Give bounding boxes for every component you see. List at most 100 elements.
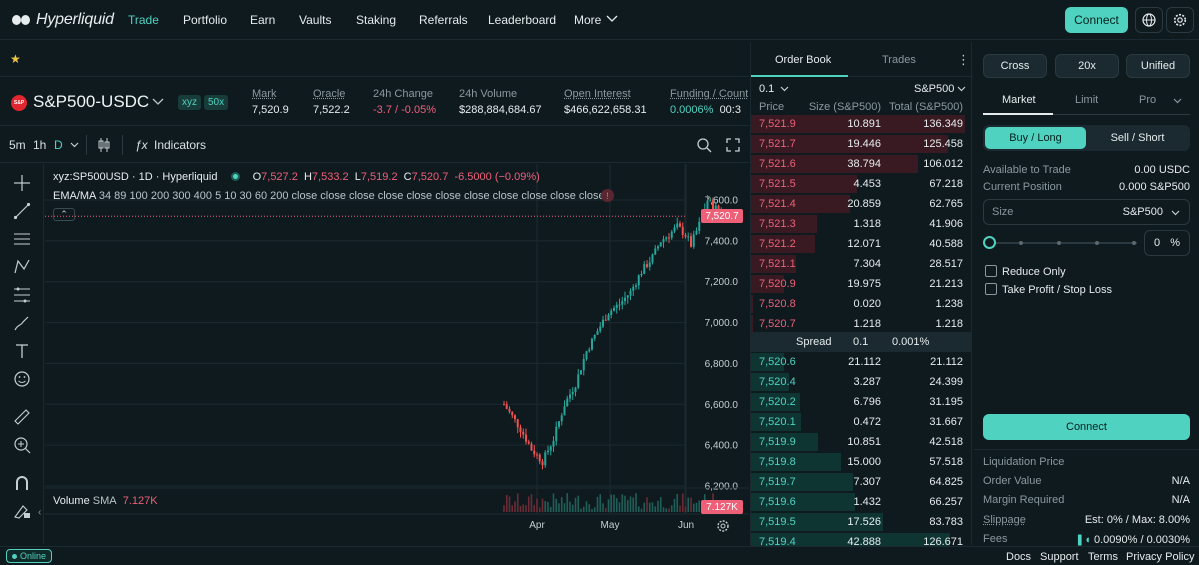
bid-row[interactable]: 7,520.2 6.796 31.195 xyxy=(751,392,971,412)
volume-bar xyxy=(684,506,687,512)
bid-row[interactable]: 7,519.7 7.307 64.825 xyxy=(751,472,971,492)
crosshair-icon[interactable] xyxy=(12,173,32,193)
size-input[interactable]: Size S&P500 xyxy=(983,199,1190,225)
tab-trades[interactable]: Trades xyxy=(882,54,916,66)
ask-row[interactable]: 7,521.3 1.318 41.906 xyxy=(751,214,971,234)
ask-row[interactable]: 7,521.7 19.446 125.458 xyxy=(751,134,971,154)
logo[interactable]: Hyperliquid xyxy=(12,11,122,29)
candle-body xyxy=(613,308,615,311)
tick-size-select[interactable]: 0.1 xyxy=(759,83,774,95)
interval-5m[interactable]: 5m xyxy=(9,138,26,152)
nav-item-more[interactable]: More xyxy=(574,13,601,27)
nav-item-portfolio[interactable]: Portfolio xyxy=(183,13,227,27)
footer-link-privacy[interactable]: Privacy Policy xyxy=(1126,551,1194,563)
interval-1h[interactable]: 1h xyxy=(33,138,46,152)
magnet-icon[interactable] xyxy=(12,473,32,493)
reduce-only-label[interactable]: Reduce Only xyxy=(1002,266,1066,278)
emoji-icon[interactable] xyxy=(12,369,32,389)
size-slider-handle[interactable] xyxy=(983,236,996,249)
horizontal-lines-icon[interactable] xyxy=(12,229,32,249)
candle-body xyxy=(679,223,681,227)
globe-button[interactable] xyxy=(1135,7,1163,33)
candlestick-chart[interactable]: 7,600.0 7,400.0 7,200.0 7,000.0 6,800.0 6,600… xyxy=(45,164,749,544)
zoom-in-icon[interactable] xyxy=(12,435,32,455)
market-selector[interactable]: S&P500-USDC xyxy=(33,92,149,112)
chevron-left-icon[interactable]: ‹ xyxy=(38,507,41,518)
size-slider-track[interactable] xyxy=(989,242,1137,244)
tpsl-label[interactable]: Take Profit / Stop Loss xyxy=(1002,284,1112,296)
connect-button-top[interactable]: Connect xyxy=(1065,7,1128,33)
chevron-down-icon[interactable] xyxy=(152,98,164,106)
bid-row[interactable]: 7,519.8 15.000 57.518 xyxy=(751,452,971,472)
indicators-button[interactable]: Indicators xyxy=(154,138,206,152)
ask-row[interactable]: 7,521.5 4.453 67.218 xyxy=(751,174,971,194)
buy-long-button[interactable]: Buy / Long xyxy=(985,127,1086,149)
candles-icon[interactable] xyxy=(97,137,111,153)
footer-link-docs[interactable]: Docs xyxy=(1006,551,1031,563)
nav-item-vaults[interactable]: Vaults xyxy=(299,13,331,27)
warning-icon[interactable]: ! xyxy=(601,189,614,202)
bid-row[interactable]: 7,520.4 3.287 24.399 xyxy=(751,372,971,392)
chart-settings-icon[interactable] xyxy=(716,519,730,533)
candle-body xyxy=(692,234,695,247)
volume-bar xyxy=(508,496,511,512)
ruler-icon[interactable] xyxy=(12,407,32,427)
bid-row[interactable]: 7,520.6 21.112 21.112 xyxy=(751,352,971,372)
tpsl-checkbox[interactable] xyxy=(985,283,997,295)
chevron-down-icon[interactable] xyxy=(70,142,79,148)
fib-icon[interactable] xyxy=(12,285,32,305)
settings-button[interactable] xyxy=(1166,7,1194,33)
bid-row[interactable]: 7,519.5 17.526 83.783 xyxy=(751,512,971,532)
brush-icon[interactable] xyxy=(12,313,32,333)
footer: Online Docs Support Terms Privacy Policy xyxy=(0,546,1199,565)
size-unit-select[interactable]: S&P500 xyxy=(1123,206,1163,218)
percent-input[interactable]: 0 % xyxy=(1144,230,1190,256)
account-mode-button[interactable]: Unified xyxy=(1126,54,1190,78)
nav-item-referrals[interactable]: Referrals xyxy=(419,13,468,27)
unit-select[interactable]: S&P500 xyxy=(914,83,954,95)
collapse-legend-button[interactable]: ⌃ xyxy=(53,208,75,221)
footer-link-terms[interactable]: Terms xyxy=(1088,551,1118,563)
stat-open-interest: Open Interest $466,622,658.31 xyxy=(564,88,647,116)
tab-pro[interactable]: Pro xyxy=(1139,94,1156,106)
nav-item-trade[interactable]: Trade xyxy=(128,13,159,27)
nav-item-leaderboard[interactable]: Leaderboard xyxy=(488,13,556,27)
ask-row[interactable]: 7,521.9 10.891 136.349 xyxy=(751,114,971,134)
ask-row[interactable]: 7,520.8 0.020 1.238 xyxy=(751,294,971,314)
fullscreen-icon[interactable] xyxy=(726,138,740,152)
ask-row[interactable]: 7,521.6 38.794 106.012 xyxy=(751,154,971,174)
star-icon[interactable]: ★ xyxy=(10,52,21,66)
margin-mode-button[interactable]: Cross xyxy=(983,54,1047,78)
tab-limit[interactable]: Limit xyxy=(1075,94,1098,106)
bid-row[interactable]: 7,519.6 1.432 66.257 xyxy=(751,492,971,512)
bid-row[interactable]: 7,520.1 0.472 31.667 xyxy=(751,412,971,432)
text-icon[interactable] xyxy=(12,341,32,361)
lock-drawing-icon[interactable] xyxy=(12,501,32,521)
bid-row[interactable]: 7,519.9 10.851 42.518 xyxy=(751,432,971,452)
function-icon[interactable]: ƒx xyxy=(135,138,148,152)
chevron-down-icon[interactable] xyxy=(1173,98,1182,104)
nav-item-earn[interactable]: Earn xyxy=(250,13,275,27)
leverage-button[interactable]: 20x xyxy=(1055,54,1119,78)
ask-row[interactable]: 7,521.2 12.071 40.588 xyxy=(751,234,971,254)
sell-short-button[interactable]: Sell / Short xyxy=(1087,127,1188,149)
trend-line-icon[interactable] xyxy=(12,201,32,221)
tab-order-book[interactable]: Order Book xyxy=(775,54,831,66)
price-chart[interactable]: 7,600.0 7,400.0 7,200.0 7,000.0 6,800.0 6,600… xyxy=(45,164,749,544)
tab-market[interactable]: Market xyxy=(1002,94,1036,106)
more-options-icon[interactable]: ⋮ xyxy=(957,52,970,68)
interval-d[interactable]: D xyxy=(54,138,63,152)
chart-legend-ema[interactable]: EMA/MA 34 89 100 200 300 400 5 10 30 60 … xyxy=(53,190,605,202)
connect-button[interactable]: Connect xyxy=(983,414,1190,440)
nav-item-staking[interactable]: Staking xyxy=(356,13,396,27)
ask-row[interactable]: 7,520.7 1.218 1.218 xyxy=(751,314,971,334)
bid-price: 7,520.2 xyxy=(759,396,796,408)
reduce-only-checkbox[interactable] xyxy=(985,265,997,277)
ask-row[interactable]: 7,521.4 20.859 62.765 xyxy=(751,194,971,214)
footer-link-support[interactable]: Support xyxy=(1040,551,1079,563)
volume-bar xyxy=(637,506,640,512)
ask-row[interactable]: 7,521.1 7.304 28.517 xyxy=(751,254,971,274)
zoom-search-icon[interactable] xyxy=(696,137,712,153)
pattern-icon[interactable] xyxy=(12,257,32,277)
ask-row[interactable]: 7,520.9 19.975 21.213 xyxy=(751,274,971,294)
